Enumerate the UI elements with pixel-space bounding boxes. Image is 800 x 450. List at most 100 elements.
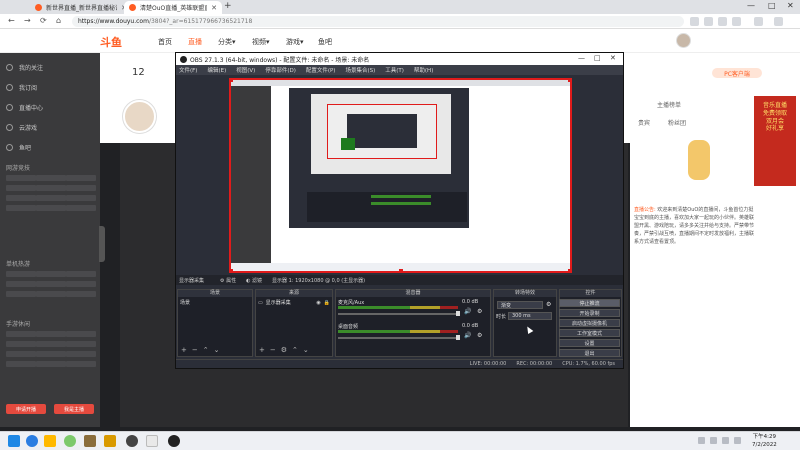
sidebar-item-subscribe[interactable]: 我订阅 (6, 83, 37, 92)
category-link[interactable] (66, 331, 96, 337)
wechat-icon[interactable] (64, 435, 76, 447)
resize-handle[interactable] (568, 80, 570, 82)
menu-tools[interactable]: 工具(T) (385, 66, 404, 74)
back-icon[interactable]: ← (8, 16, 15, 25)
apply-stream-button[interactable]: 申请开播 (6, 404, 46, 414)
move-down-icon[interactable]: ⌄ (214, 346, 220, 354)
category-link[interactable] (36, 361, 66, 367)
obs-title-bar[interactable]: OBS 27.1.3 (64-bit, windows) - 配置文件: 未命名… (176, 53, 623, 65)
category-link[interactable] (6, 291, 36, 297)
category-link[interactable] (36, 341, 66, 347)
menu-file[interactable]: 文件(F) (179, 66, 197, 74)
settings-button[interactable]: 设置 (559, 339, 620, 347)
obs-close-button[interactable]: ✕ (610, 54, 616, 62)
category-link[interactable] (6, 271, 36, 277)
extension-icon[interactable] (732, 17, 741, 26)
app-icon[interactable] (126, 435, 138, 447)
category-link[interactable] (6, 281, 36, 287)
obs-minimize-button[interactable]: — (578, 54, 585, 62)
stop-streaming-button[interactable]: 停止推流 (559, 299, 620, 307)
maximize-button[interactable]: □ (768, 1, 776, 10)
category-link[interactable] (6, 351, 36, 357)
category-link[interactable] (36, 281, 66, 287)
category-link[interactable] (36, 331, 66, 337)
virtual-camera-button[interactable]: 启动虚拟摄像机 (559, 319, 620, 327)
resize-handle[interactable] (399, 269, 403, 271)
ctx-filters-button[interactable]: ◐ 滤镜 (246, 277, 262, 284)
add-icon[interactable]: + (181, 346, 187, 354)
category-link[interactable] (66, 205, 96, 211)
gear-icon[interactable]: ⚙ (546, 301, 551, 308)
category-link[interactable] (6, 331, 36, 337)
remove-icon[interactable]: − (192, 346, 198, 354)
tray-chevron-icon[interactable] (698, 437, 705, 444)
category-link[interactable] (66, 271, 96, 277)
sidebar-item-cloud-game[interactable]: 云游戏 (6, 123, 37, 132)
menu-icon[interactable] (774, 17, 783, 26)
gear-icon[interactable]: ⚙ (281, 346, 287, 354)
category-link[interactable] (36, 185, 66, 191)
sidebar-item-live-center[interactable]: 直播中心 (6, 103, 43, 112)
sidebar-item-yuba[interactable]: 鱼吧 (6, 143, 31, 152)
start-icon[interactable] (8, 435, 20, 447)
category-link[interactable] (36, 205, 66, 211)
category-link[interactable] (6, 361, 36, 367)
duration-input[interactable]: 300 ms (508, 312, 552, 320)
remove-icon[interactable]: − (270, 346, 276, 354)
tab-fans[interactable]: 粉丝团 (668, 118, 686, 127)
tray-ime-icon[interactable] (734, 437, 741, 444)
tab-rank[interactable]: 主播榜单 (657, 100, 681, 109)
volume-slider[interactable] (338, 313, 458, 315)
pc-client-badge[interactable]: PC客户端 (712, 68, 762, 78)
extension-icon[interactable] (690, 17, 699, 26)
move-up-icon[interactable]: ⌃ (203, 346, 209, 354)
transition-type-select[interactable]: 渐变 (497, 301, 543, 309)
minimize-button[interactable]: — (747, 1, 755, 10)
nav-game[interactable]: 游戏▾ (286, 37, 304, 47)
menu-docks[interactable]: 停靠部件(D) (265, 66, 296, 74)
tray-volume-icon[interactable] (722, 437, 729, 444)
speaker-icon[interactable]: 🔊 (464, 332, 471, 339)
menu-edit[interactable]: 编辑(E) (207, 66, 226, 74)
address-bar[interactable]: https://www.douyu.com /3804?_ar=61517796… (72, 16, 684, 27)
tray-network-icon[interactable] (710, 437, 717, 444)
obs-preview-canvas[interactable] (229, 78, 572, 273)
speaker-icon[interactable]: 🔊 (464, 308, 471, 315)
category-link[interactable] (36, 175, 66, 181)
nav-yuba[interactable]: 鱼吧 (318, 37, 332, 47)
category-link[interactable] (66, 361, 96, 367)
category-link[interactable] (36, 195, 66, 201)
sidebar-item-follow[interactable]: 我的关注 (6, 63, 43, 72)
douyu-logo[interactable]: 斗鱼 (100, 34, 122, 50)
category-link[interactable] (6, 341, 36, 347)
obs-maximize-button[interactable]: □ (594, 54, 601, 62)
move-up-icon[interactable]: ⌃ (292, 346, 298, 354)
extension-icon[interactable] (704, 17, 713, 26)
gear-icon[interactable]: ⚙ (477, 332, 482, 339)
category-link[interactable] (66, 351, 96, 357)
nav-live[interactable]: 直播 (188, 37, 202, 47)
nav-video[interactable]: 视频▾ (252, 37, 270, 47)
system-clock[interactable]: 下午4:29 7/2/2022 (752, 434, 777, 449)
category-link[interactable] (66, 185, 96, 191)
forward-icon[interactable]: → (24, 16, 31, 25)
exit-button[interactable]: 退出 (559, 349, 620, 357)
volume-slider-handle[interactable] (456, 335, 460, 340)
reload-icon[interactable]: ⟳ (40, 16, 47, 25)
app-icon[interactable] (104, 435, 116, 447)
category-link[interactable] (66, 195, 96, 201)
lock-icon[interactable]: 🔒 (324, 300, 330, 306)
source-item[interactable]: ▭ 显示器采集 ◉ 🔒 (258, 299, 330, 307)
nav-home[interactable]: 首页 (158, 37, 172, 47)
home-icon[interactable]: ⌂ (56, 16, 61, 25)
app-icon[interactable] (146, 435, 158, 447)
nav-category[interactable]: 分类▾ (218, 37, 236, 47)
close-tab-icon[interactable]: ✕ (211, 4, 217, 12)
sidebar-collapse-handle[interactable] (99, 226, 105, 262)
close-window-button[interactable]: ✕ (787, 1, 794, 10)
menu-help[interactable]: 帮助(H) (414, 66, 433, 74)
edge-icon[interactable] (26, 435, 38, 447)
obs-taskbar-icon[interactable] (168, 435, 180, 447)
browser-tab-1[interactable]: 新世界直播_新世界直播秘诀(附) ✕ (30, 1, 132, 14)
category-link[interactable] (6, 195, 36, 201)
